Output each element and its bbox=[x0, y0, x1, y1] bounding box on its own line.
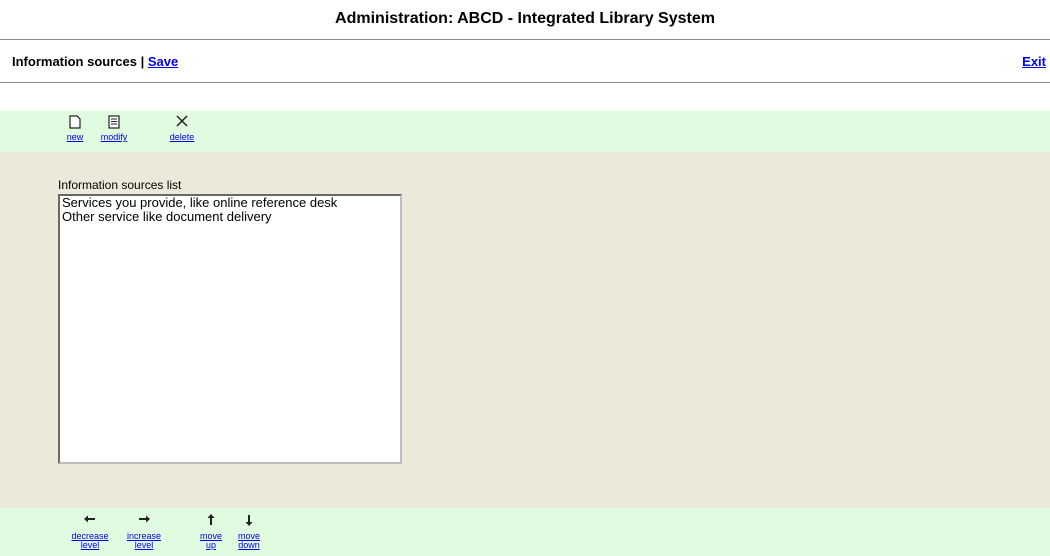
content-area: Information sources list Services you pr… bbox=[0, 152, 1050, 508]
edit-document-icon bbox=[94, 115, 134, 133]
arrow-down-icon bbox=[234, 514, 264, 532]
arrow-up-icon bbox=[198, 514, 224, 532]
list-item[interactable]: Other service like document delivery bbox=[60, 210, 400, 224]
decrease-level-tool[interactable]: decrease level bbox=[64, 514, 116, 550]
decrease-level-button[interactable]: decrease level bbox=[70, 532, 110, 550]
move-up-tool[interactable]: move up bbox=[198, 514, 224, 550]
section-title: Information sources | bbox=[12, 54, 145, 69]
list-item[interactable]: Services you provide, like online refere… bbox=[60, 196, 400, 210]
exit-link[interactable]: Exit bbox=[1022, 54, 1046, 69]
divider bbox=[0, 82, 1050, 83]
delete-button[interactable]: delete bbox=[164, 133, 200, 142]
new-document-icon bbox=[66, 115, 84, 133]
list-label: Information sources list bbox=[58, 178, 182, 192]
arrow-right-icon bbox=[120, 514, 168, 532]
page-title: Administration: ABCD - Integrated Librar… bbox=[335, 10, 715, 27]
delete-tool[interactable]: delete bbox=[164, 115, 200, 142]
move-up-button[interactable]: move up bbox=[199, 532, 223, 550]
arrow-left-icon bbox=[64, 514, 116, 532]
increase-level-tool[interactable]: increase level bbox=[120, 514, 168, 550]
close-icon bbox=[164, 115, 200, 133]
section-bar: Information sources | Save bbox=[12, 54, 178, 69]
move-down-button[interactable]: move down bbox=[236, 532, 262, 550]
bottom-toolbar: decrease level increase level move up mo… bbox=[0, 508, 1050, 556]
new-tool[interactable]: new bbox=[66, 115, 84, 142]
modify-button[interactable]: modify bbox=[94, 133, 134, 142]
new-button[interactable]: new bbox=[66, 133, 84, 142]
top-toolbar: new modify delete bbox=[0, 111, 1050, 152]
divider bbox=[0, 39, 1050, 40]
information-sources-list[interactable]: Services you provide, like online refere… bbox=[58, 194, 402, 464]
move-down-tool[interactable]: move down bbox=[234, 514, 264, 550]
exit-area: Exit bbox=[1022, 54, 1046, 69]
save-link[interactable]: Save bbox=[148, 54, 178, 69]
modify-tool[interactable]: modify bbox=[94, 115, 134, 142]
increase-level-button[interactable]: increase level bbox=[123, 532, 165, 550]
